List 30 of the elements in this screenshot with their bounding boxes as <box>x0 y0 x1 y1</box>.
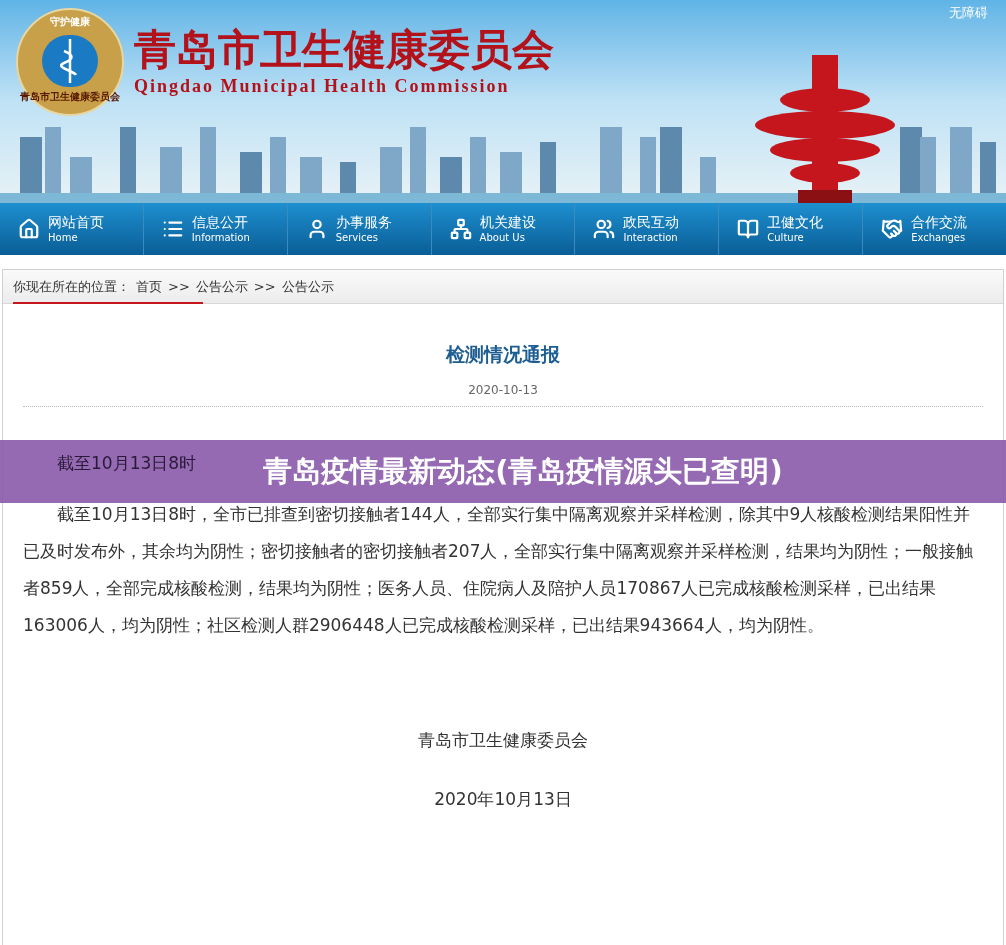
list-icon <box>161 218 184 240</box>
breadcrumb-separator: >> <box>253 277 276 296</box>
logo-bottom-text: 青岛市卫生健康委员会 <box>20 92 120 102</box>
site-subtitle: Qingdao Municipal Health Commission <box>134 77 511 95</box>
breadcrumb-prefix: 你现在所在的位置： <box>13 277 130 296</box>
signed-date: 2020年10月13日 <box>434 788 572 811</box>
nav-item[interactable]: 合作交流 Exchanges <box>862 203 1006 255</box>
network-icon <box>449 218 472 240</box>
nav-item[interactable]: 政民互动 Interaction <box>574 203 719 255</box>
article-paragraph: 截至10月13日8时，全市已排查到密切接触者144人，全部实行集中隔离观察并采样检测，除其中9人核酸检测结果阳性并已及时发布外，其余均为阴性；密切接触者的密切接触者207人，全部实行集中隔离观察并采样检测，结果均为阴性；一般接触者859人，全部完成核酸检测，结果均为阴性；医务人员、住院病人及陪护人员170867人已完成核酸检测采样，已出结果163006人，均为阴性；社区检测人群2906448人已完成核酸检测采样，已出结果943664人，均为阴性。 <box>23 502 975 637</box>
article-date: 2020-10-13 <box>468 381 538 399</box>
signature: 青岛市卫生健康委员会 <box>418 728 588 752</box>
article-title: 检测情况通报 <box>446 342 560 367</box>
breadcrumb-separator: >> <box>168 277 190 296</box>
nav-item[interactable]: 网站首页 Home <box>0 203 143 255</box>
staff-snake-icon <box>60 38 80 83</box>
book-icon <box>737 218 760 240</box>
breadcrumb-link[interactable]: 公告公示 <box>281 276 334 297</box>
nav-item[interactable]: 卫健文化 Culture <box>718 203 863 255</box>
breadcrumb-link[interactable]: 首页 <box>136 276 162 297</box>
breadcrumb-link[interactable]: 公告公示 <box>195 276 248 297</box>
home-icon <box>18 218 40 240</box>
site-title: 青岛市卫生健康委员会 <box>134 29 554 71</box>
logo-top-text: 守护健康 <box>50 15 90 29</box>
handshake-icon <box>881 218 904 240</box>
nav-item[interactable]: 办事服务 Services <box>286 203 431 255</box>
users-icon <box>593 218 616 240</box>
nav-item[interactable]: 机关建设 About Us <box>430 203 575 255</box>
article-paragraph: 截至10月13日8时 <box>56 451 197 475</box>
nav-item[interactable]: 信息公开 Information <box>142 203 287 255</box>
